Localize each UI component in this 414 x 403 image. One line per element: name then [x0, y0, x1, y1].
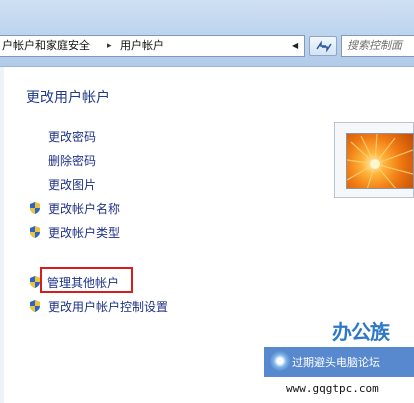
breadcrumb-user-accounts[interactable]: 用户帐户	[120, 36, 164, 56]
refresh-icon	[316, 40, 332, 53]
shield-icon	[30, 226, 40, 238]
watermark-circle-icon	[270, 351, 290, 371]
change-account-type-link[interactable]: 更改帐户类型	[48, 224, 120, 241]
highlight-box	[40, 267, 133, 293]
shield-icon	[30, 300, 40, 312]
page-title: 更改用户帐户	[26, 90, 110, 106]
user-picture[interactable]	[346, 133, 414, 189]
flower-image	[347, 134, 413, 188]
breadcrumb-separator-icon[interactable]: ▸	[107, 36, 112, 56]
content-edge	[0, 67, 4, 403]
uac-settings-link[interactable]: 更改用户帐户控制设置	[48, 298, 168, 315]
chevron-down-icon[interactable]: ◀	[292, 36, 298, 56]
watermark-logo: 办公族	[332, 320, 390, 344]
shield-icon	[30, 202, 40, 214]
breadcrumb-family-safety[interactable]: 户帐户和家庭安全	[2, 36, 90, 56]
watermark-url: www.gqgtpc.com	[286, 382, 379, 395]
remove-password-link[interactable]: 删除密码	[48, 152, 96, 169]
change-picture-link[interactable]: 更改图片	[48, 176, 96, 193]
change-account-name-link[interactable]: 更改帐户名称	[48, 200, 120, 217]
search-input[interactable]: 搜索控制面	[341, 35, 414, 57]
change-password-link[interactable]: 更改密码	[48, 128, 96, 145]
address-bar[interactable]: 户帐户和家庭安全 ▸ 用户帐户 ◀	[0, 35, 305, 57]
refresh-button[interactable]	[309, 36, 337, 56]
watermark-forum-text: 过期避头电脑论坛	[292, 356, 380, 369]
